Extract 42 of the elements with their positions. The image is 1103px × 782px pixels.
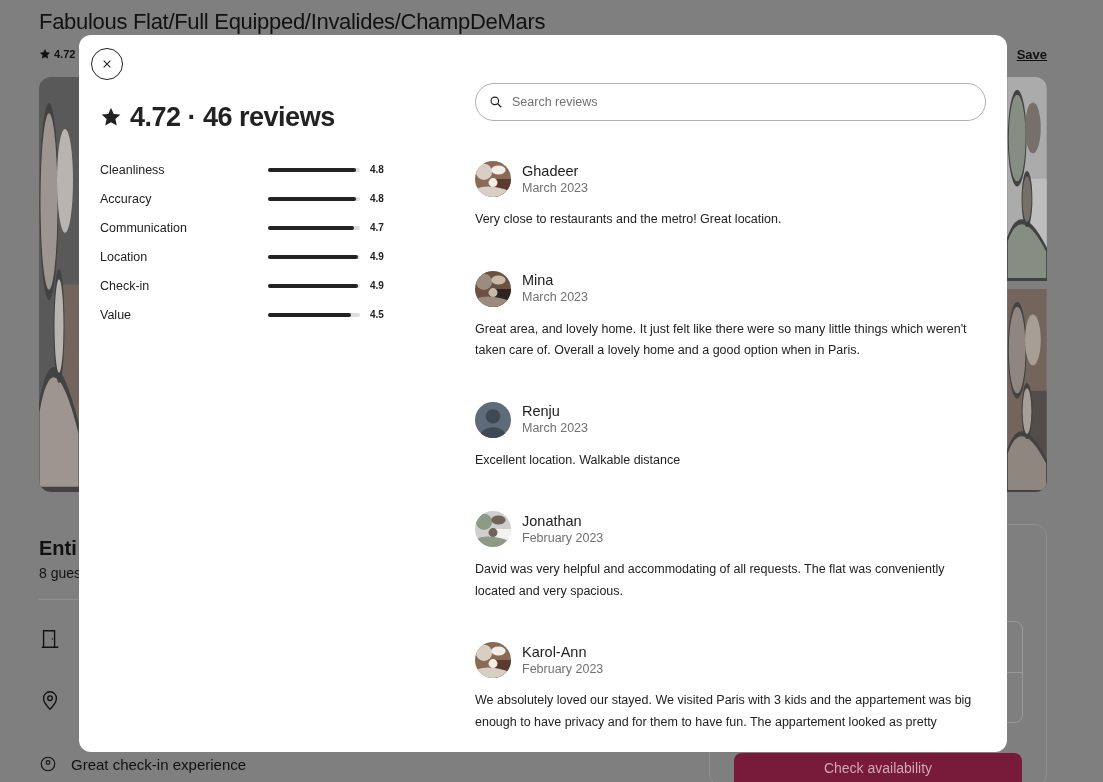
search-field[interactable]: Search reviews	[475, 83, 986, 121]
category-score: 4.7	[370, 222, 384, 233]
category-score: 4.5	[370, 309, 384, 320]
reviewer-name: Mina	[522, 271, 555, 289]
review-date: March 2023	[522, 420, 588, 437]
rating-text: 4.72	[54, 48, 76, 60]
check-availability-button[interactable]: Check availability	[734, 753, 1022, 782]
review-text: David was very helpful and accommodating of all requests. The flat was conveniently located and very spacious.	[475, 561, 946, 600]
listing-subtitle: 8 gues	[39, 565, 83, 581]
category-name: Location	[100, 249, 149, 264]
category-score: 4.8	[370, 164, 384, 175]
category-score: 4.9	[370, 280, 384, 291]
highlight-text: Great check-in experience	[71, 755, 247, 773]
review-text: We absolutely loved our stayed. We visited Paris with 3 kids and the appartement was big enough to have privacy and for them to have fun. The appartement looked as pretty	[475, 692, 973, 731]
close-button[interactable]	[91, 48, 123, 80]
review-date: March 2023	[522, 289, 588, 306]
listing-heading: Enti	[39, 536, 78, 560]
category-name: Check-in	[100, 278, 151, 293]
save-link[interactable]: Save	[1016, 46, 1047, 62]
reviewer-name: Ghadeer	[522, 161, 580, 180]
category-name: Value	[100, 307, 133, 322]
review-text: Excellent location. Walkable distance	[475, 451, 682, 469]
category-name: Accuracy	[100, 191, 153, 206]
review-date: February 2023	[522, 660, 604, 678]
reviews-heading: 4.72 · 46 reviews	[130, 101, 335, 133]
reviewer-name: Jonathan	[522, 511, 583, 530]
category-score: 4.9	[370, 251, 384, 262]
review-date: March 2023	[522, 179, 588, 197]
review-date: February 2023	[522, 529, 604, 547]
reviewer-name: Renju	[522, 402, 561, 420]
listing-title: Fabulous Flat/Full Equipped/Invalides/ChampDeMars	[39, 8, 547, 36]
search-icon	[489, 95, 503, 109]
avatar-icon	[475, 401, 511, 438]
star-icon	[39, 48, 51, 60]
reviewer-name: Karol-Ann	[522, 642, 588, 661]
review-text: Very close to restaurants and the metro! Great location.	[475, 211, 783, 228]
review-text: Great area, and lovely home. It just felt like there were so many little things which weren't taken care of. Overall a lovely home and a good option when in Paris.	[475, 320, 968, 359]
category-name: Communication	[100, 220, 188, 235]
category-name: Cleanliness	[100, 162, 166, 177]
star-icon	[100, 106, 122, 128]
category-score: 4.8	[370, 193, 384, 204]
door-icon	[39, 628, 61, 650]
